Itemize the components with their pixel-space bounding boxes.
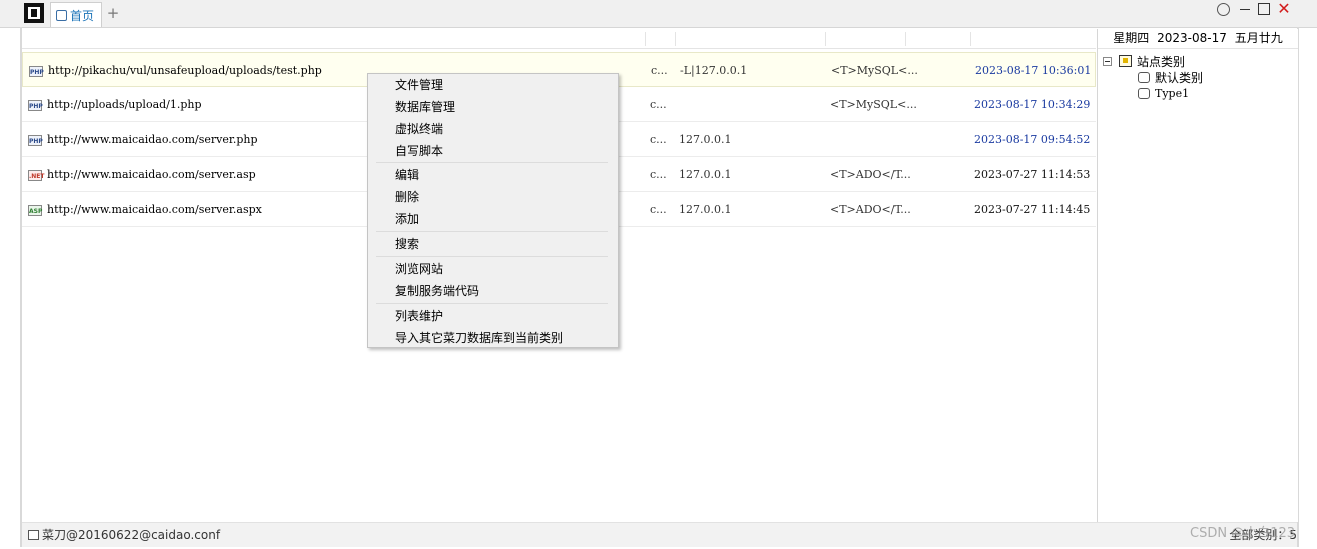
row-password: c... — [650, 133, 667, 146]
column-divider[interactable] — [675, 32, 676, 46]
title-bar: 首页 + ✕ — [0, 0, 1317, 28]
category-icon — [1138, 88, 1150, 99]
column-divider[interactable] — [970, 32, 971, 46]
weekday: 星期四 — [1113, 31, 1150, 45]
row-time: 2023-08-17 10:34:29 — [974, 98, 1091, 111]
status-bar: 菜刀@20160622@caidao.conf 全部类别：5 — [22, 522, 1297, 547]
circle-icon[interactable] — [1216, 2, 1232, 18]
row-info: 127.0.0.1 — [679, 203, 732, 216]
row-time: 2023-08-17 09:54:52 — [974, 133, 1091, 146]
menu-item-file-manager[interactable]: 文件管理 — [369, 74, 617, 96]
csdn-watermark: CSDN @小白123 — [1190, 526, 1296, 541]
folder-icon — [1119, 55, 1132, 67]
tree-item-default[interactable]: 默认类别 — [1103, 70, 1273, 86]
php-file-icon: PHP — [28, 100, 43, 111]
row-info: 127.0.0.1 — [679, 133, 732, 146]
app-logo-icon — [24, 3, 44, 23]
tab-home[interactable]: 首页 — [50, 2, 102, 27]
asp-file-icon: ASP — [28, 205, 42, 216]
net-file-icon: .NET — [28, 170, 45, 181]
php-file-icon: PHP — [28, 135, 43, 146]
row-time: 2023-08-17 10:36:01 — [975, 64, 1092, 77]
column-divider[interactable] — [905, 32, 906, 46]
menu-item-virtual-terminal[interactable]: 虚拟终端 — [369, 118, 617, 140]
close-button[interactable]: ✕ — [1276, 1, 1292, 18]
menu-item-delete[interactable]: 删除 — [369, 186, 617, 208]
status-config: 菜刀@20160622@caidao.conf — [42, 528, 221, 542]
row-url: http://www.maicaidao.com/server.asp — [47, 168, 256, 181]
row-url: http://pikachu/vul/unsafeupload/uploads/… — [48, 64, 322, 77]
tree-root[interactable]: 站点类别 — [1103, 54, 1273, 70]
row-config: <T>MySQL<... — [831, 64, 918, 77]
menu-item-search[interactable]: 搜索 — [369, 233, 617, 255]
column-divider[interactable] — [645, 32, 646, 46]
row-info: 127.0.0.1 — [679, 168, 732, 181]
menu-item-custom-script[interactable]: 自写脚本 — [369, 140, 617, 162]
config-file-icon — [28, 530, 39, 540]
category-icon — [1138, 72, 1150, 83]
tree-item-label: Type1 — [1155, 87, 1190, 100]
date: 2023-08-17 — [1157, 31, 1227, 45]
column-divider[interactable] — [825, 32, 826, 46]
menu-item-copy-server-code[interactable]: 复制服务端代码 — [369, 280, 617, 302]
maximize-button[interactable] — [1257, 2, 1273, 18]
tree-root-label: 站点类别 — [1137, 55, 1186, 69]
row-config: <T>MySQL<... — [830, 98, 917, 111]
grid-header — [22, 29, 1096, 49]
menu-separator — [376, 231, 608, 232]
menu-item-list-maintenance[interactable]: 列表维护 — [369, 305, 617, 327]
menu-separator — [376, 303, 608, 304]
menu-item-edit[interactable]: 编辑 — [369, 164, 617, 186]
add-tab-button[interactable]: + — [106, 4, 120, 22]
tree-item-label: 默认类别 — [1155, 71, 1204, 85]
context-menu: 文件管理 数据库管理 虚拟终端 自写脚本 编辑 删除 添加 搜索 浏览网站 复制… — [367, 73, 619, 348]
menu-separator — [376, 256, 608, 257]
row-url: http://www.maicaidao.com/server.php — [47, 133, 258, 146]
row-url: http://uploads/upload/1.php — [47, 98, 202, 111]
row-config: <T>ADO</T... — [830, 168, 911, 181]
php-file-icon: PHP — [29, 66, 44, 77]
row-password: c... — [651, 64, 668, 77]
row-info: -L|127.0.0.1 — [680, 64, 748, 77]
row-password: c... — [650, 98, 667, 111]
menu-separator — [376, 162, 608, 163]
row-time: 2023-07-27 11:14:53 — [974, 168, 1091, 181]
row-password: c... — [650, 168, 667, 181]
category-pane: 星期四 2023-08-17 五月廿九 站点类别 默认类别 Type1 — [1097, 29, 1298, 522]
home-tab-icon — [56, 9, 67, 21]
row-url: http://www.maicaidao.com/server.aspx — [47, 203, 262, 216]
minimize-button[interactable] — [1238, 2, 1254, 18]
menu-item-import-database[interactable]: 导入其它菜刀数据库到当前类别 — [369, 327, 617, 349]
date-header: 星期四 2023-08-17 五月廿九 — [1098, 29, 1298, 49]
collapse-icon[interactable] — [1103, 57, 1112, 66]
row-password: c... — [650, 203, 667, 216]
tab-home-label: 首页 — [70, 8, 95, 23]
menu-item-browse-site[interactable]: 浏览网站 — [369, 258, 617, 280]
row-config: <T>ADO</T... — [830, 203, 911, 216]
lunar-date: 五月廿九 — [1234, 31, 1283, 45]
category-tree: 站点类别 默认类别 Type1 — [1103, 54, 1273, 102]
menu-item-database-manager[interactable]: 数据库管理 — [369, 96, 617, 118]
tree-item-type1[interactable]: Type1 — [1103, 86, 1273, 102]
row-time: 2023-07-27 11:14:45 — [974, 203, 1091, 216]
menu-item-add[interactable]: 添加 — [369, 208, 617, 230]
